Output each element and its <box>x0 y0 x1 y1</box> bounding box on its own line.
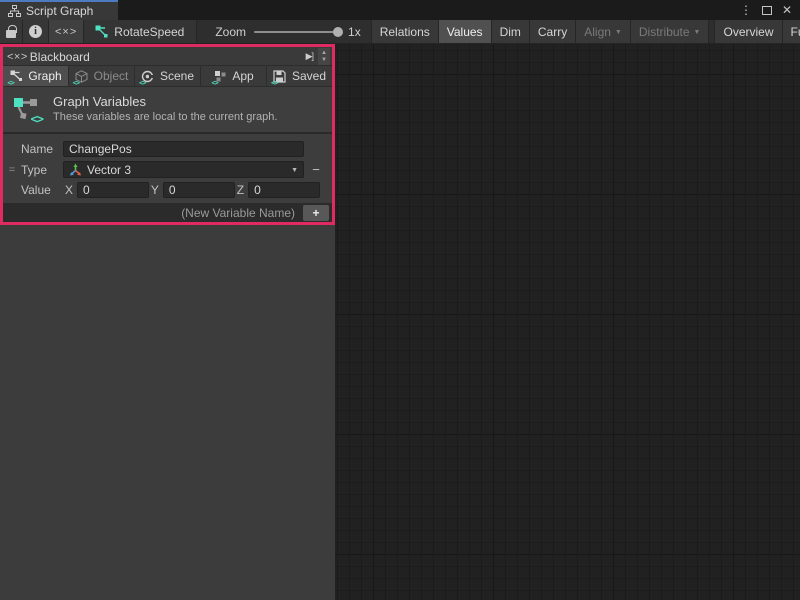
graph-name: RotateSpeed <box>114 25 184 39</box>
scene-tab-icon: <> <box>141 70 155 83</box>
graph-variables-icon: <> <box>13 95 41 123</box>
graph-tab-icon: <> <box>9 70 23 83</box>
variable-value-row: Value X Y Z <box>3 180 332 200</box>
toolbar-right-group: Relations Values Dim Carry Align ▼ Distr… <box>371 20 800 43</box>
hierarchy-icon <box>8 5 21 18</box>
arrow-down-icon[interactable]: ▼ <box>321 57 327 64</box>
vector3-icon <box>69 163 82 176</box>
dock-icon[interactable]: ▶] <box>304 51 315 62</box>
graph-canvas[interactable] <box>335 44 800 600</box>
graph-variables-section: <> Graph Variables These variables are l… <box>3 87 332 134</box>
carry-button[interactable]: Carry <box>529 20 575 43</box>
drag-handle-icon[interactable]: = <box>3 164 21 176</box>
scroll-spinner[interactable]: ▲ ▼ <box>318 48 330 66</box>
zoom-value: 1x <box>348 25 361 39</box>
saved-tab-icon: <> <box>273 70 287 83</box>
zoom-slider-knob[interactable] <box>333 27 343 37</box>
tabstrip-spacer <box>118 0 732 20</box>
app-tab-icon: <> <box>213 70 227 83</box>
tab-title: Script Graph <box>26 4 93 18</box>
sidebar-empty-area <box>0 225 335 600</box>
tab-script-graph[interactable]: Script Graph <box>0 0 118 20</box>
remove-variable-button[interactable]: − <box>312 163 320 176</box>
window-menu-icon[interactable]: ⋮ <box>740 4 752 16</box>
type-label: Type <box>21 163 63 177</box>
values-button[interactable]: Values <box>438 20 491 43</box>
overview-button[interactable]: Overview <box>714 20 781 43</box>
variable-card: Name = Type <box>3 134 332 203</box>
dim-button[interactable]: Dim <box>491 20 529 43</box>
full-screen-button[interactable]: Full Screen <box>782 20 800 43</box>
value-label: Value <box>21 183 63 197</box>
blackboard-title: Blackboard <box>30 50 90 64</box>
blackboard-sidebar: <×> Blackboard ▶] ▲ ▼ <box>0 44 335 600</box>
graph-toolbar: i <×> RotateSpeed Zoom 1x Relations Valu… <box>0 20 800 44</box>
blackboard-toggle-button[interactable]: <×> <box>49 20 84 43</box>
relations-button[interactable]: Relations <box>371 20 438 43</box>
variable-name-input[interactable] <box>63 141 304 157</box>
tab-object[interactable]: <> Object <box>69 66 135 86</box>
axis-y-input[interactable] <box>163 182 235 198</box>
section-title: Graph Variables <box>53 94 277 109</box>
type-dropdown[interactable]: Vector 3 ▼ <box>63 161 304 178</box>
blackboard-panel: <×> Blackboard ▶] ▲ ▼ <box>0 44 335 225</box>
variable-type-row: = Type <box>3 159 332 180</box>
axis-x-label: X <box>65 183 73 197</box>
lock-button[interactable] <box>0 20 23 43</box>
maximize-icon[interactable] <box>762 6 772 15</box>
section-description: These variables are local to the current… <box>53 111 277 123</box>
new-variable-row: + <box>3 203 332 222</box>
add-variable-button[interactable]: + <box>303 205 329 221</box>
close-icon[interactable]: ✕ <box>782 4 792 16</box>
axis-x-input[interactable] <box>77 182 149 198</box>
chevron-down-icon: ▼ <box>291 167 298 174</box>
graph-node-icon <box>94 25 108 38</box>
tab-scene[interactable]: <> Scene <box>135 66 201 86</box>
zoom-label: Zoom <box>215 25 246 39</box>
align-dropdown[interactable]: Align ▼ <box>575 20 630 43</box>
blackboard-icon: <×> <box>7 51 28 63</box>
info-button[interactable]: i <box>23 20 49 43</box>
zoom-slider[interactable] <box>254 31 340 33</box>
tab-saved[interactable]: <> Saved <box>267 66 332 86</box>
blackboard-header[interactable]: <×> Blackboard ▶] ▲ ▼ <box>3 47 332 65</box>
variable-name-row: Name <box>3 138 332 159</box>
new-variable-input[interactable] <box>3 203 303 222</box>
graph-breadcrumb[interactable]: RotateSpeed <box>84 20 197 43</box>
arrow-up-icon[interactable]: ▲ <box>321 50 327 57</box>
distribute-dropdown[interactable]: Distribute ▼ <box>630 20 709 43</box>
axis-y-label: Y <box>151 183 159 197</box>
axis-z-label: Z <box>237 183 244 197</box>
axis-z-input[interactable] <box>248 182 320 198</box>
name-label: Name <box>21 142 63 156</box>
script-graph-window: Script Graph ⋮ ✕ i <×> RotateSpeed <box>0 0 800 600</box>
tab-graph[interactable]: <> Graph <box>3 66 69 86</box>
lock-icon <box>6 30 16 38</box>
zoom-control: Zoom 1x <box>197 20 370 43</box>
info-icon: i <box>29 25 42 38</box>
type-value: Vector 3 <box>87 163 131 177</box>
blackboard-tabs: <> Graph <> Object <box>3 65 332 87</box>
chevron-down-icon: ▼ <box>694 29 701 36</box>
tab-app[interactable]: <> App <box>201 66 267 86</box>
document-tabstrip: Script Graph ⋮ ✕ <box>0 0 800 20</box>
chevron-down-icon: ▼ <box>615 29 622 36</box>
object-tab-icon: <> <box>75 70 89 83</box>
